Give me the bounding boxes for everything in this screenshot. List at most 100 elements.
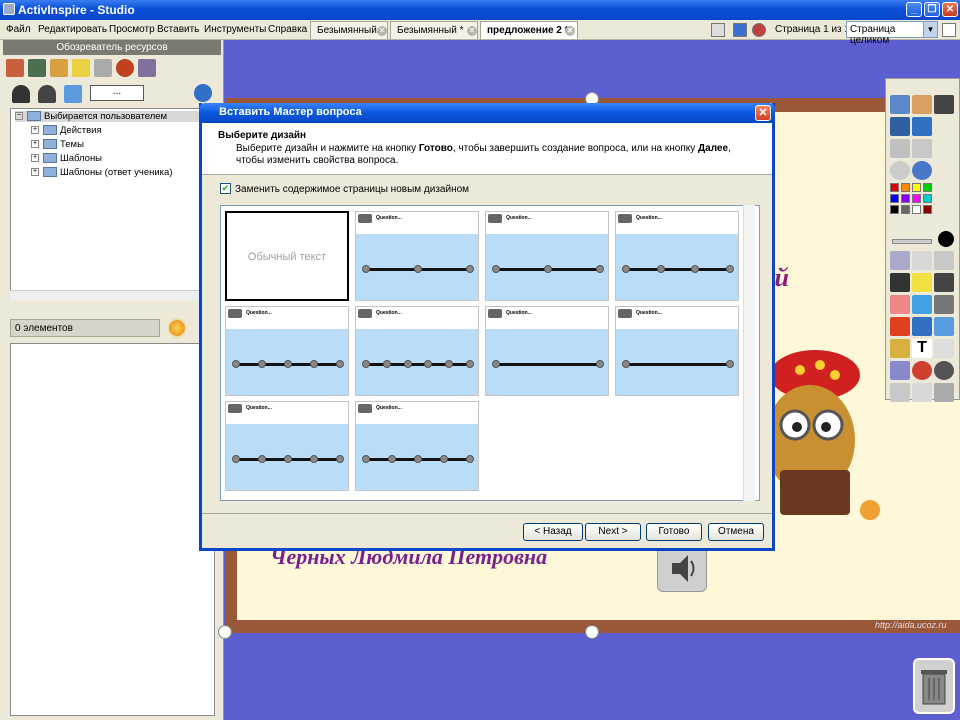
gallery-scrollbar[interactable] (743, 205, 755, 501)
chevron-down-icon[interactable]: ▼ (923, 22, 937, 37)
design-tile[interactable]: Question... (485, 306, 609, 396)
replace-content-checkbox[interactable]: ✔ (220, 183, 231, 194)
expand-icon[interactable]: + (31, 126, 39, 135)
search-icon[interactable] (194, 84, 212, 102)
resources-icon[interactable] (28, 59, 46, 77)
play-icon[interactable] (890, 161, 910, 180)
close-tab-icon[interactable]: ✕ (377, 26, 387, 36)
browsers-icon[interactable] (912, 95, 932, 114)
pen-tool-icon[interactable] (890, 273, 910, 292)
menu-help[interactable]: Справка (268, 24, 307, 35)
menu-insert[interactable]: Вставить (157, 24, 199, 35)
menu-view[interactable]: Просмотр (109, 24, 155, 35)
resize-handle-bottom-left[interactable] (218, 625, 232, 639)
design-tile[interactable]: Question... (355, 211, 479, 301)
color-swatch[interactable] (923, 205, 932, 214)
shape-icon[interactable] (890, 317, 910, 336)
trash-icon[interactable] (913, 658, 955, 714)
insert-icon[interactable] (934, 317, 954, 336)
marker-icon[interactable] (912, 295, 932, 314)
notes-icon[interactable] (72, 59, 90, 77)
expand-icon[interactable]: + (31, 154, 39, 163)
speaker-icon[interactable] (657, 545, 707, 592)
fullscreen-icon[interactable] (942, 23, 956, 37)
connector-icon[interactable] (912, 317, 932, 336)
pen-icon[interactable] (934, 95, 954, 114)
sun-icon[interactable] (167, 318, 187, 338)
collapse-icon[interactable]: − (15, 112, 23, 121)
clock-icon[interactable] (934, 361, 954, 380)
cancel-button[interactable]: Отмена (708, 523, 764, 541)
design-tile[interactable]: Question... (355, 401, 479, 491)
tree-item-themes[interactable]: + Темы (31, 139, 84, 150)
redo-icon[interactable] (912, 383, 932, 402)
width-slider[interactable] (892, 239, 932, 244)
restore-button[interactable]: ❐ (924, 2, 940, 17)
page-sorter-icon[interactable] (711, 23, 725, 37)
refresh-icon[interactable] (912, 161, 932, 180)
design-tile[interactable]: Question... (225, 306, 349, 396)
clipboard-icon[interactable] (934, 339, 954, 358)
browse-button[interactable]: ... (90, 85, 144, 101)
design-tile[interactable]: Question... (615, 211, 739, 301)
color-swatch[interactable] (901, 183, 910, 192)
menu-file[interactable]: Файл (6, 24, 31, 35)
color-swatch[interactable] (901, 205, 910, 214)
menu-edit[interactable]: Редактировать (38, 24, 107, 35)
select-icon[interactable] (890, 251, 910, 270)
color-swatch[interactable] (890, 194, 899, 203)
minimize-button[interactable]: _ (906, 2, 922, 17)
eraser-icon[interactable] (890, 295, 910, 314)
color-swatch[interactable] (912, 183, 921, 192)
tab-document-1[interactable]: Безымянный ✕ (310, 21, 388, 39)
tree-item-actions[interactable]: + Действия (31, 125, 102, 136)
color-swatch[interactable] (912, 205, 921, 214)
save-icon[interactable] (934, 273, 954, 292)
design-tile[interactable]: Question... (485, 211, 609, 301)
pin-icon[interactable] (934, 383, 954, 402)
color-swatch[interactable] (901, 194, 910, 203)
magic-tool-icon[interactable] (912, 251, 932, 270)
voting-icon[interactable] (138, 59, 156, 77)
properties-icon[interactable] (94, 59, 112, 77)
profile-icon[interactable] (752, 23, 766, 37)
timer-icon[interactable] (890, 361, 910, 380)
previous-page-icon[interactable] (890, 139, 910, 158)
color-swatch[interactable] (890, 183, 899, 192)
close-tab-icon[interactable]: ✕ (565, 26, 575, 36)
design-tile[interactable]: Question... (225, 401, 349, 491)
close-tab-icon[interactable]: ✕ (467, 26, 477, 36)
next-button[interactable]: Next > (585, 523, 641, 541)
pen-width-dot[interactable] (938, 231, 954, 247)
reset-icon[interactable] (912, 361, 932, 380)
next-page-icon[interactable] (912, 139, 932, 158)
design-tile[interactable]: Question... (355, 306, 479, 396)
close-button[interactable]: ✕ (942, 2, 958, 17)
tab-document-2[interactable]: Безымянный * ✕ (390, 21, 478, 39)
highlighter-icon[interactable] (912, 273, 932, 292)
color-swatch[interactable] (923, 194, 932, 203)
main-menu-icon[interactable] (890, 95, 910, 114)
objects-icon[interactable] (50, 59, 68, 77)
done-button[interactable]: Готово (646, 523, 702, 541)
color-swatch[interactable] (890, 205, 899, 214)
expand-icon[interactable]: + (31, 168, 39, 177)
tree-item-student-templates[interactable]: + Шаблоны (ответ ученика) (31, 167, 173, 178)
snowflake-icon[interactable] (733, 23, 747, 37)
expand-icon[interactable]: + (31, 140, 39, 149)
upload-icon[interactable] (64, 85, 82, 103)
color-swatch[interactable] (912, 194, 921, 203)
design-tile[interactable]: Обычный текст (225, 211, 349, 301)
menu-tools[interactable]: Инструменты (204, 24, 266, 35)
pages-icon[interactable] (6, 59, 24, 77)
tab-document-3[interactable]: предложение 2 * ✕ (480, 21, 578, 39)
dialog-close-icon[interactable]: ✕ (755, 105, 771, 121)
fill-icon[interactable] (934, 295, 954, 314)
actions-icon[interactable] (116, 59, 134, 77)
shared-users-icon[interactable] (38, 85, 56, 103)
desktop-tools-icon[interactable] (912, 117, 932, 136)
text-icon[interactable]: T (912, 339, 932, 358)
user-icon[interactable] (12, 85, 30, 103)
design-tile[interactable]: Question... (615, 306, 739, 396)
page-view-select[interactable]: Страница целиком ▼ (846, 21, 938, 46)
